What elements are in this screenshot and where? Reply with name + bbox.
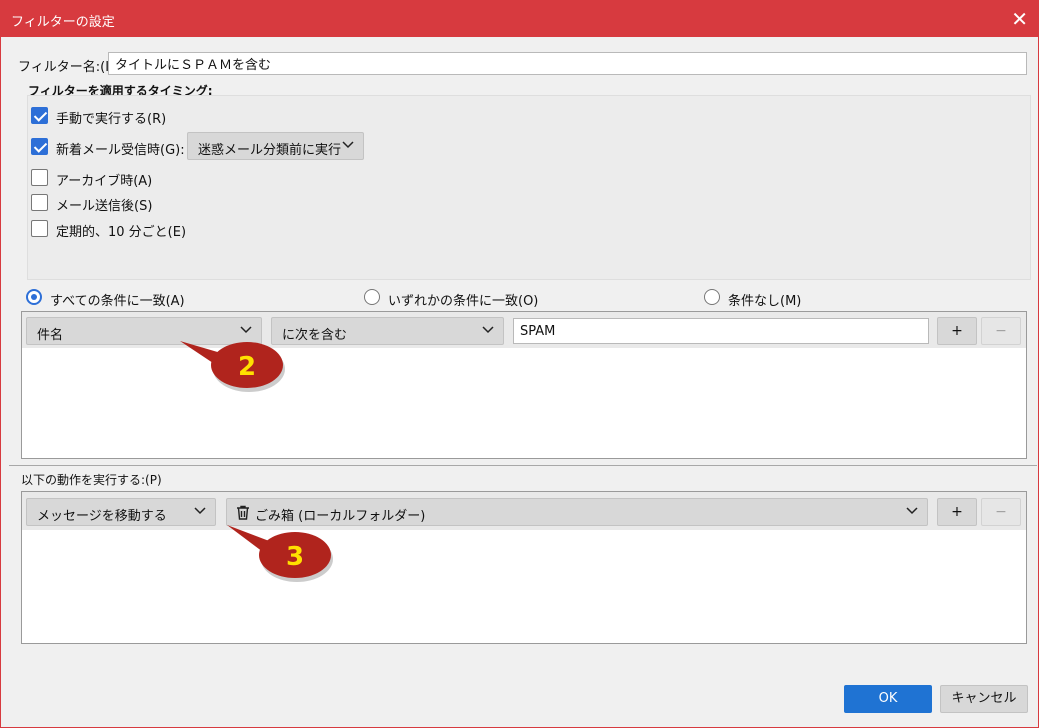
- match-all-label: すべての条件に一致(A): [50, 294, 185, 309]
- add-condition-button[interactable]: +: [937, 317, 977, 345]
- match-any-radio[interactable]: [364, 289, 380, 305]
- callout-3: 3: [227, 525, 333, 582]
- chevron-down-icon: [482, 326, 494, 334]
- callout-2-number: 2: [238, 352, 256, 382]
- after-send-label: メール送信後(S): [56, 199, 153, 214]
- action-type-dropdown[interactable]: メッセージを移動する: [26, 498, 216, 526]
- filter-name-label: フィルター名:(I): [18, 60, 115, 75]
- separator: [9, 465, 1037, 466]
- remove-action-button[interactable]: −: [981, 498, 1021, 526]
- chevron-down-icon: [906, 507, 918, 515]
- manual-run-checkbox[interactable]: [31, 107, 48, 124]
- action-type-value: メッセージを移動する: [37, 509, 167, 524]
- incoming-mode-value: 迷惑メール分類前に実行: [198, 143, 342, 158]
- filter-settings-dialog: フィルターの設定 ✕ フィルター名:(I) フィルターを適用するタイミング: 手…: [0, 0, 1039, 728]
- close-icon[interactable]: ✕: [1011, 7, 1028, 31]
- ok-button[interactable]: OK: [844, 685, 932, 713]
- chevron-down-icon: [194, 507, 206, 515]
- actions-heading: 以下の動作を実行する:(P): [21, 473, 162, 487]
- after-send-checkbox[interactable]: [31, 194, 48, 211]
- callout-3-number: 3: [286, 542, 304, 572]
- on-archive-label: アーカイブ時(A): [56, 174, 153, 189]
- manual-run-label: 手動で実行する(R): [56, 112, 167, 127]
- match-all-radio[interactable]: [26, 289, 42, 305]
- condition-value-input[interactable]: [513, 318, 929, 344]
- match-none-radio[interactable]: [704, 289, 720, 305]
- chevron-down-icon: [342, 141, 354, 149]
- timing-group: [27, 95, 1031, 280]
- on-archive-checkbox[interactable]: [31, 169, 48, 186]
- add-action-button[interactable]: +: [937, 498, 977, 526]
- window-title: フィルターの設定: [11, 15, 115, 30]
- condition-operator-dropdown[interactable]: に次を含む: [271, 317, 504, 345]
- match-none-label: 条件なし(M): [728, 294, 802, 309]
- title-bar: フィルターの設定 ✕: [1, 1, 1038, 37]
- periodic-label: 定期的、10 分ごと(E): [56, 225, 187, 240]
- cancel-button[interactable]: キャンセル: [940, 685, 1028, 713]
- remove-condition-button[interactable]: −: [981, 317, 1021, 345]
- callout-2: 2: [180, 341, 285, 392]
- filter-name-input[interactable]: [108, 52, 1027, 75]
- incoming-mode-dropdown[interactable]: 迷惑メール分類前に実行: [187, 132, 364, 160]
- match-any-label: いずれかの条件に一致(O): [388, 294, 539, 309]
- on-receive-checkbox[interactable]: [31, 138, 48, 155]
- trash-icon: [237, 505, 249, 520]
- on-receive-label: 新着メール受信時(G):: [56, 143, 185, 158]
- periodic-checkbox[interactable]: [31, 220, 48, 237]
- condition-field-value: 件名: [37, 328, 64, 343]
